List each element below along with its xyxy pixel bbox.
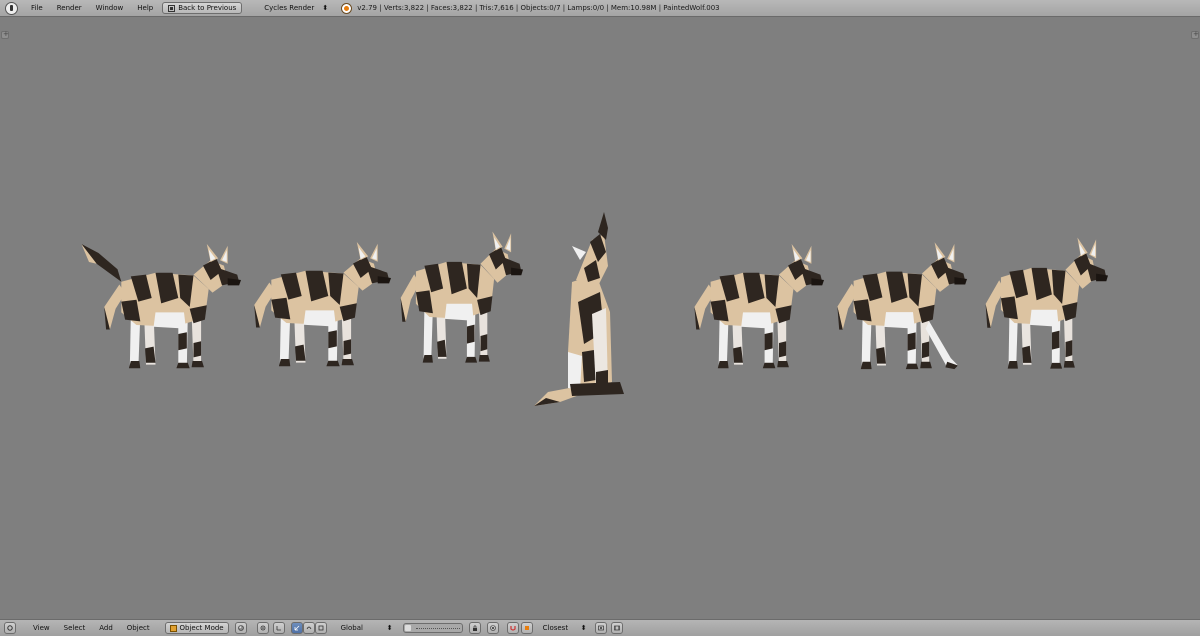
dropdown-arrows-icon: ⬍ bbox=[386, 624, 393, 632]
wolf-model-2[interactable] bbox=[254, 242, 391, 367]
info-header: File Render Window Help Back to Previous… bbox=[0, 0, 1200, 17]
info-icon[interactable] bbox=[5, 1, 18, 15]
wolf-model-1[interactable] bbox=[81, 244, 241, 369]
scene-statistics: v2.79 | Verts:3,822 | Faces:3,822 | Tris… bbox=[357, 4, 720, 12]
3d-viewport[interactable] bbox=[0, 17, 1200, 619]
wolf-model-6[interactable] bbox=[837, 242, 967, 370]
opengl-render-icon[interactable] bbox=[594, 622, 607, 634]
interaction-mode-label: Object Mode bbox=[179, 624, 224, 632]
blender-logo-icon bbox=[342, 3, 352, 13]
opengl-animation-icon[interactable] bbox=[610, 622, 623, 634]
back-to-previous-icon bbox=[168, 4, 176, 12]
rotate-icon[interactable] bbox=[302, 622, 315, 634]
menu-select[interactable]: Select bbox=[57, 624, 93, 632]
wolf-model-5[interactable] bbox=[694, 244, 824, 369]
back-to-previous-button[interactable]: Back to Previous bbox=[162, 2, 243, 14]
wolf-scene bbox=[81, 212, 1108, 406]
manipulator-icon[interactable] bbox=[272, 622, 285, 634]
translate-icon[interactable] bbox=[290, 622, 303, 634]
wolf-model-7[interactable] bbox=[985, 237, 1108, 369]
menu-add[interactable]: Add bbox=[92, 624, 120, 632]
proportional-edit-icon[interactable] bbox=[486, 622, 499, 634]
lock-layers-icon[interactable] bbox=[468, 622, 481, 634]
dropdown-arrows-icon: ⬍ bbox=[322, 4, 329, 12]
menu-object[interactable]: Object bbox=[120, 624, 157, 632]
snap-target-label: Closest bbox=[542, 624, 569, 632]
snap-magnet-icon[interactable] bbox=[506, 622, 519, 634]
interaction-mode-dropdown[interactable]: Object Mode bbox=[164, 622, 229, 634]
render-engine-label: Cycles Render bbox=[264, 4, 315, 12]
menu-window[interactable]: Window bbox=[89, 4, 131, 12]
object-mode-icon bbox=[169, 624, 177, 632]
view3d-editor-icon[interactable] bbox=[4, 622, 16, 634]
layers-icon[interactable] bbox=[402, 623, 463, 633]
menu-view[interactable]: View bbox=[26, 624, 57, 632]
dropdown-arrows-icon: ⬍ bbox=[580, 624, 587, 632]
wolf-model-4[interactable] bbox=[534, 212, 624, 406]
transform-orientation-dropdown[interactable]: Global ⬍ bbox=[337, 622, 397, 634]
pivot-point-icon[interactable] bbox=[256, 622, 269, 634]
scale-icon[interactable] bbox=[314, 622, 327, 634]
snap-element-icon[interactable] bbox=[520, 622, 533, 634]
menu-file[interactable]: File bbox=[24, 4, 50, 12]
render-engine-dropdown[interactable]: Cycles Render ⬍ bbox=[260, 2, 332, 14]
menu-render[interactable]: Render bbox=[50, 4, 89, 12]
wolf-model-3[interactable] bbox=[400, 231, 523, 363]
viewport-shading-icon[interactable] bbox=[234, 622, 247, 634]
transform-orientation-label: Global bbox=[340, 624, 363, 632]
3d-view-header: View Select Add Object Object Mode Globa… bbox=[0, 619, 1200, 636]
snap-target-dropdown[interactable]: Closest ⬍ bbox=[539, 622, 591, 634]
back-to-previous-label: Back to Previous bbox=[178, 4, 237, 12]
menu-help[interactable]: Help bbox=[130, 4, 160, 12]
